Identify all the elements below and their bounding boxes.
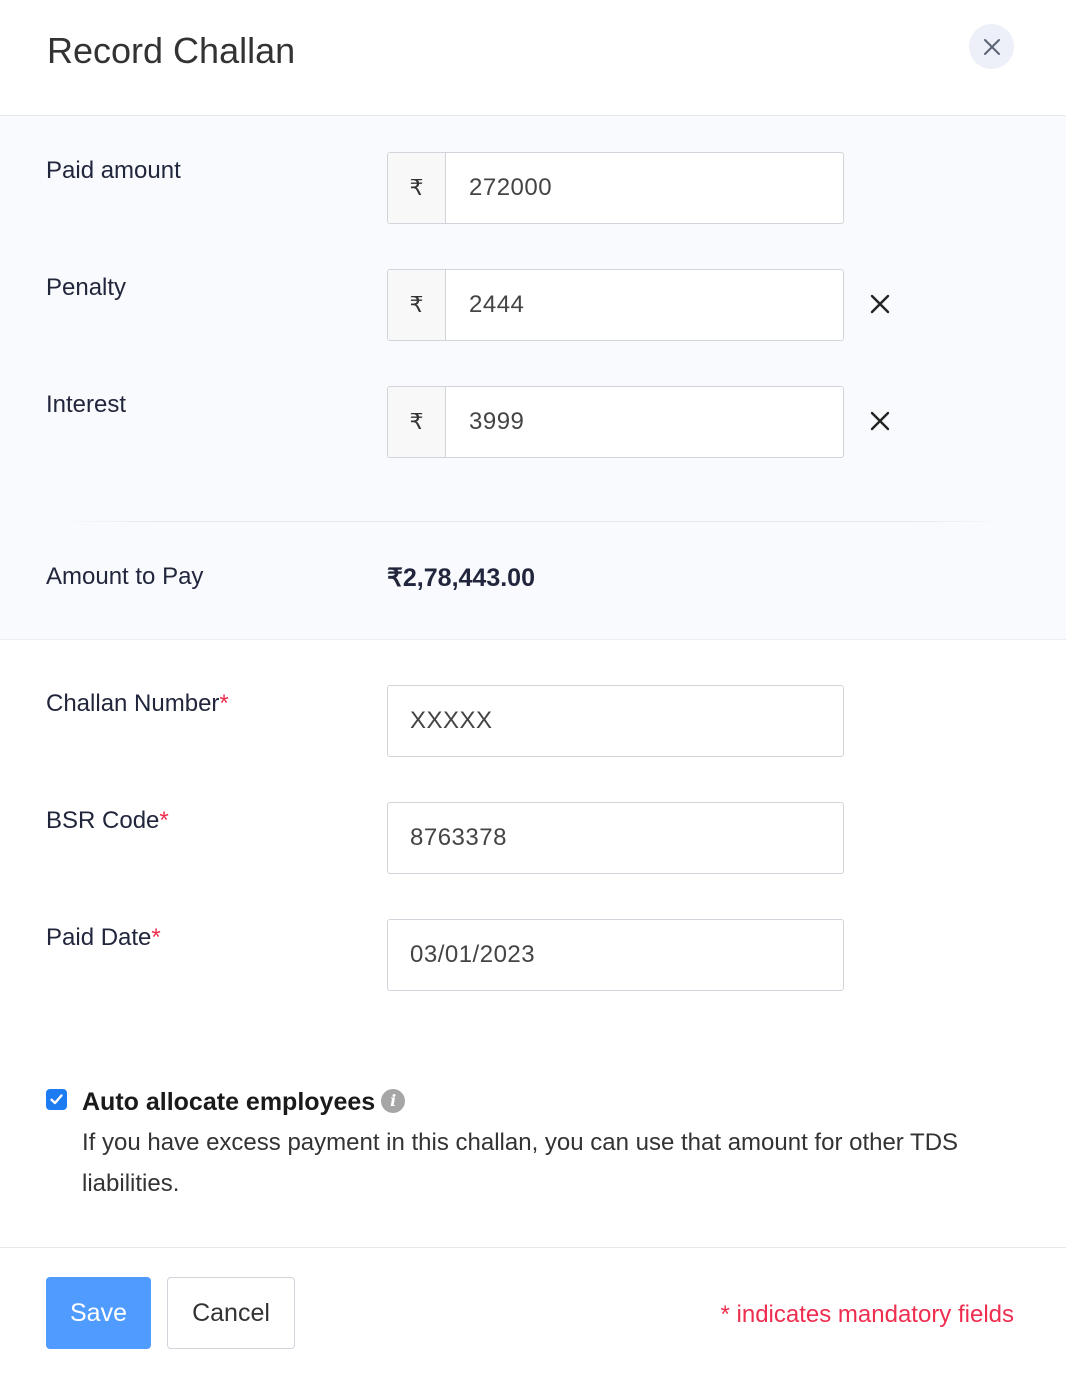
amounts-section: Paid amount ₹ Penalty ₹ Interest ₹ Amoun… (0, 116, 1066, 640)
close-icon (870, 411, 890, 431)
auto-allocate-label[interactable]: Auto allocate employees i (82, 1088, 406, 1117)
amount-to-pay-value: ₹2,78,443.00 (387, 564, 535, 592)
mandatory-fields-note: * indicates mandatory fields (720, 1301, 1014, 1328)
remove-penalty-button[interactable] (866, 290, 894, 318)
cancel-button[interactable]: Cancel (167, 1277, 295, 1349)
paid-date-label: Paid Date* (46, 924, 161, 952)
auto-allocate-description: If you have excess payment in this chall… (82, 1129, 959, 1197)
rupee-icon: ₹ (388, 270, 446, 340)
remove-interest-button[interactable] (866, 407, 894, 435)
challan-number-label-text: Challan Number (46, 690, 220, 717)
challan-number-label: Challan Number* (46, 690, 229, 718)
dialog-title: Record Challan (47, 30, 296, 71)
section-divider (60, 521, 1006, 522)
paid-date-input[interactable] (387, 919, 844, 991)
dialog-footer: Save Cancel * indicates mandatory fields (0, 1247, 1066, 1374)
save-button[interactable]: Save (46, 1277, 151, 1349)
bsr-code-label: BSR Code* (46, 807, 169, 835)
required-marker: * (219, 690, 229, 717)
penalty-input-group: ₹ (387, 269, 844, 341)
bsr-code-label-text: BSR Code (46, 807, 160, 834)
close-dialog-button[interactable] (969, 24, 1014, 69)
auto-allocate-label-text: Auto allocate employees (82, 1088, 376, 1116)
paid-date-label-text: Paid Date (46, 924, 152, 951)
close-icon (870, 294, 890, 314)
challan-number-input[interactable] (387, 685, 844, 757)
checkmark-icon (50, 1094, 63, 1105)
dialog-header: Record Challan (0, 0, 1066, 116)
bsr-code-input[interactable] (387, 802, 844, 874)
interest-input[interactable] (446, 387, 843, 457)
paid-amount-label: Paid amount (46, 157, 181, 184)
close-icon (983, 38, 1000, 55)
paid-amount-input[interactable] (446, 153, 843, 223)
interest-label: Interest (46, 391, 127, 418)
required-marker: * (159, 807, 169, 834)
info-icon[interactable]: i (381, 1089, 406, 1114)
interest-input-group: ₹ (387, 386, 844, 458)
required-marker: * (151, 924, 161, 951)
auto-allocate-checkbox[interactable] (46, 1089, 67, 1110)
rupee-icon: ₹ (388, 153, 446, 223)
rupee-icon: ₹ (388, 387, 446, 457)
penalty-label: Penalty (46, 274, 127, 301)
amount-to-pay-label: Amount to Pay (46, 563, 204, 590)
paid-amount-input-group: ₹ (387, 152, 844, 224)
penalty-input[interactable] (446, 270, 843, 340)
